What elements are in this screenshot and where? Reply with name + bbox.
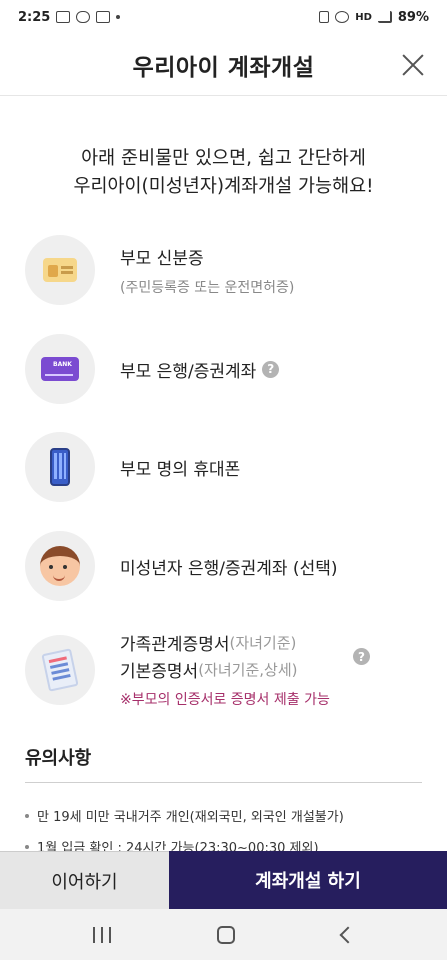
status-time: 2:25: [18, 9, 51, 25]
requirement-item-certificates: 가족관계증명서 (자녀기준) 기본증명서 (자녀기준,상세) ※부모의 인증서로…: [25, 630, 425, 709]
requirement-item-child-account: 미성년자 은행/증권계좌 (선택): [25, 531, 425, 601]
notice-title: 유의사항: [25, 748, 92, 769]
home-icon[interactable]: [217, 925, 236, 944]
requirement-title: 부모 은행/증권계좌 ?: [120, 357, 280, 382]
requirement-title: 미성년자 은행/증권계좌 (선택): [120, 558, 338, 579]
signal-icon: [377, 11, 392, 23]
open-account-button[interactable]: 계좌개설 하기: [169, 851, 447, 909]
requirement-title-2: 기본증명서 (자녀기준,상세): [120, 657, 390, 682]
notice-item-text: 만 19세 미만 국내거주 개인(재외국민, 외국인 개설불가): [37, 810, 344, 825]
status-right: HD 89%: [319, 10, 429, 25]
requirement-icon-circle: [25, 432, 95, 502]
basic-certificate-sub: (자녀기준,상세): [198, 661, 298, 679]
requirement-title: 부모 명의 휴대폰: [120, 459, 241, 480]
requirement-title-label: 부모 은행/증권계좌: [120, 361, 257, 382]
network-label: HD: [355, 11, 372, 23]
requirement-text: 부모 명의 휴대폰: [120, 455, 240, 480]
basic-certificate-label: 기본증명서: [120, 662, 199, 682]
id-card-icon: [43, 258, 77, 282]
notification-dot-icon: [116, 15, 121, 19]
family-certificate-sub: (자녀기준): [229, 634, 297, 652]
continue-button[interactable]: 이어하기: [0, 851, 169, 909]
requirement-text: 미성년자 은행/증권계좌 (선택): [120, 554, 337, 579]
requirement-text: 가족관계증명서 (자녀기준) 기본증명서 (자녀기준,상세) ※부모의 인증서로…: [120, 630, 390, 709]
gallery-icon: [56, 11, 71, 23]
intro-text: 아래 준비물만 있으면, 쉽고 간단하게 우리아이(미성년자)계좌개설 가능해요…: [0, 145, 447, 201]
back-icon[interactable]: [339, 926, 357, 943]
requirement-text: 부모 은행/증권계좌 ?: [120, 357, 280, 382]
certificate-note: ※부모의 인증서로 증명서 제출 가능: [120, 692, 330, 708]
requirement-icon-circle: [25, 235, 95, 305]
requirement-subtitle: (주민등록증 또는 운전면허증): [120, 279, 295, 296]
intro-line-2: 우리아이(미성년자)계좌개설 가능해요!: [73, 176, 374, 197]
requirement-text: 부모 신분증 (주민등록증 또는 운전면허증): [120, 244, 294, 297]
bottom-button-bar: 이어하기 계좌개설 하기: [0, 851, 447, 909]
intro-line-1: 아래 준비물만 있으면, 쉽고 간단하게: [81, 148, 366, 169]
help-icon[interactable]: ?: [353, 648, 370, 665]
status-bar: 2:25 HD 89%: [0, 0, 447, 34]
system-nav-bar: [0, 909, 447, 960]
requirement-item-bank: BANK 부모 은행/증권계좌 ?: [25, 334, 425, 404]
requirement-icon-circle: BANK: [25, 334, 95, 404]
child-face-icon: [40, 546, 80, 586]
alarm-icon: [335, 11, 350, 23]
divider: [25, 782, 422, 783]
document-icon: [41, 647, 79, 692]
requirement-icon-circle: [25, 531, 95, 601]
battery-label: 89%: [397, 9, 429, 25]
header: 우리아이 계좌개설: [0, 34, 447, 96]
requirement-icon-circle: [25, 634, 95, 705]
page-title: 우리아이 계좌개설: [132, 54, 315, 81]
bank-card-icon: BANK: [41, 357, 79, 381]
status-left: 2:25: [18, 9, 121, 25]
bullet-icon: [25, 813, 29, 818]
close-icon[interactable]: [397, 49, 429, 81]
bullet-icon: [25, 844, 29, 849]
family-certificate-label: 가족관계증명서: [120, 635, 230, 655]
requirement-item-phone: 부모 명의 휴대폰: [25, 432, 425, 502]
pen-icon: [319, 11, 330, 23]
requirement-title-1: 가족관계증명서 (자녀기준): [120, 630, 390, 655]
phone-icon: [50, 448, 70, 486]
recent-apps-icon[interactable]: [93, 926, 112, 943]
vpn-icon: [96, 11, 111, 23]
notice-item: 만 19세 미만 국내거주 개인(재외국민, 외국인 개설불가): [25, 806, 344, 825]
requirement-item-id: 부모 신분증 (주민등록증 또는 운전면허증): [25, 235, 425, 305]
help-icon[interactable]: ?: [262, 360, 280, 378]
talk-icon: [76, 11, 91, 23]
requirement-title: 부모 신분증: [120, 248, 204, 269]
